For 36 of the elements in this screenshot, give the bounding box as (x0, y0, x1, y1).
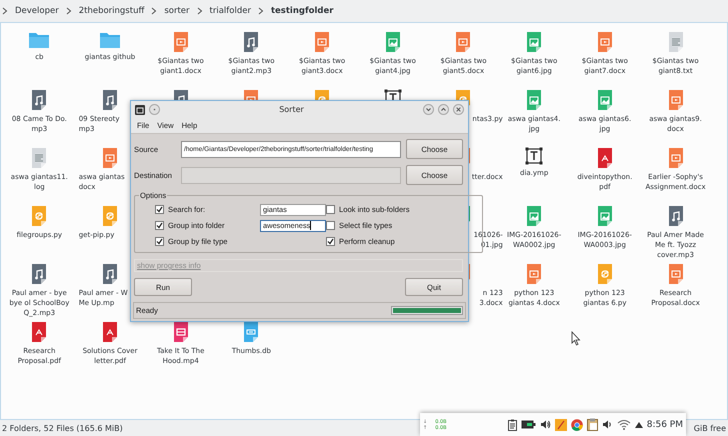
breadcrumb-item[interactable]: trialfolder (206, 6, 254, 16)
mouse-cursor-icon (571, 331, 581, 346)
checkbox[interactable] (155, 237, 164, 246)
sticky-note-icon[interactable] (554, 418, 567, 430)
window-title: Sorter (278, 105, 305, 114)
chevron-icon (66, 7, 72, 15)
checkbox[interactable] (326, 205, 335, 214)
checkbox[interactable] (326, 237, 335, 246)
checkbox[interactable] (155, 221, 164, 230)
breadcrumb-item[interactable]: 2theboringstuff (76, 6, 148, 16)
chevron-icon (258, 7, 264, 15)
volume-icon[interactable] (540, 419, 551, 430)
clock[interactable]: 8:56 PM (646, 420, 683, 430)
text-tool-icon[interactable] (525, 147, 544, 165)
status-summary: 2 Folders, 52 Files (165.6 MiB) (2, 424, 123, 432)
minimize-button[interactable] (423, 104, 434, 115)
checkbox[interactable] (326, 221, 335, 230)
wifi-icon[interactable] (616, 419, 631, 430)
chevron-icon (151, 7, 158, 15)
browser-icon[interactable] (570, 418, 583, 430)
folder-icon[interactable] (28, 31, 50, 49)
breadcrumb-item[interactable]: Developer (12, 6, 62, 16)
free-space: GiB free (694, 424, 726, 432)
battery-icon[interactable] (520, 420, 536, 429)
maximize-button[interactable] (438, 104, 449, 115)
chevron-icon (2, 7, 8, 15)
close-button[interactable] (453, 104, 464, 115)
app-icon (135, 104, 145, 114)
breadcrumb-item[interactable]: sorter (161, 6, 193, 16)
breadcrumb-item[interactable]: testingfolder (268, 6, 336, 16)
clipboard-icon[interactable] (586, 418, 598, 431)
volume-icon[interactable] (602, 419, 613, 430)
notes-icon[interactable] (508, 418, 517, 430)
checkbox[interactable] (155, 205, 164, 214)
chevron-icon (196, 7, 203, 15)
folder-icon[interactable] (99, 31, 122, 49)
